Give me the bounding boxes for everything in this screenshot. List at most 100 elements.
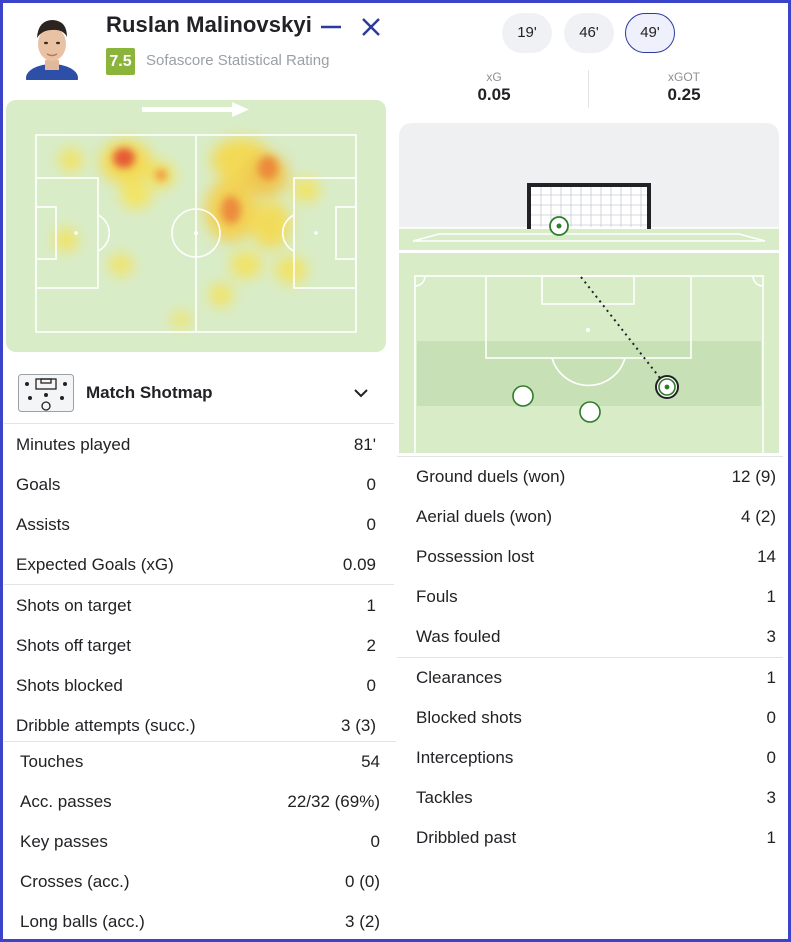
stat-label: Clearances — [416, 668, 502, 687]
stat-value: 0 (0) — [345, 872, 380, 891]
stat-value: 54 — [361, 752, 380, 771]
stat-row-shots-blocked: Shots blocked 0 — [0, 665, 394, 705]
stat-row-goals: Goals 0 — [0, 464, 394, 504]
stat-label: Was fouled — [416, 627, 501, 646]
rating-label: Sofascore Statistical Rating — [146, 52, 330, 69]
stats-group-general: Minutes played 81' Goals 0 Assists 0 Expect… — [0, 424, 394, 584]
stats-group-passing: Touches 54 Acc. passes 22/32 (69%) Key pas… — [0, 742, 398, 942]
stat-value: 3 (3) — [341, 716, 376, 735]
shot-minute-tab-49[interactable]: 49' — [625, 13, 675, 53]
stats-group-attack: Shots on target 1 Shots off target 2 Shots… — [0, 585, 394, 745]
stat-row-interceptions: Interceptions 0 — [397, 738, 787, 778]
shot-minute-tab-19[interactable]: 19' — [502, 13, 552, 53]
stat-label: Fouls — [416, 587, 458, 606]
xg-label: xG — [486, 70, 502, 84]
stat-row-clearances: Clearances 1 — [397, 658, 787, 698]
goal-frame — [527, 183, 651, 229]
stat-row-minutes: Minutes played 81' — [0, 424, 394, 464]
rating-badge: 7.5 — [106, 48, 135, 75]
stats-group-defence: Clearances 1 Blocked shots 0 Interceptions… — [397, 658, 787, 858]
stat-label: Minutes played — [16, 435, 131, 454]
xg-stat: xG 0.05 — [434, 70, 554, 105]
player-name: Ruslan Malinovskyi — [106, 12, 312, 37]
stat-label: Touches — [20, 752, 84, 771]
xgot-value: 0.25 — [667, 85, 701, 104]
stat-value: 0 — [766, 708, 776, 727]
shot-minute-tab-46[interactable]: 46' — [564, 13, 614, 53]
minimize-icon[interactable] — [318, 14, 344, 40]
stat-value: 1 — [766, 587, 776, 606]
stat-label: Interceptions — [416, 748, 514, 767]
stat-row-was-fouled: Was fouled 3 — [397, 617, 787, 657]
stat-row-key-passes: Key passes 0 — [0, 822, 398, 862]
stat-value: 3 — [766, 627, 776, 646]
stat-row-crosses: Crosses (acc.) 0 (0) — [0, 862, 398, 902]
shotmap-pitch — [399, 123, 779, 453]
stat-value: 1 — [766, 668, 776, 687]
stat-row-shots-on-target: Shots on target 1 — [0, 585, 394, 625]
goalmouth-shot-marker — [549, 216, 569, 236]
shot-marker-selected[interactable] — [655, 375, 679, 399]
stat-value: 2 — [366, 636, 376, 655]
stat-label: Ground duels (won) — [416, 467, 566, 486]
stat-label: Goals — [16, 475, 61, 494]
stat-row-ground-duels: Ground duels (won) 12 (9) — [397, 457, 787, 497]
shot-marker[interactable] — [579, 401, 601, 423]
stat-row-tackles: Tackles 3 — [397, 778, 787, 818]
stat-value: 1 — [366, 596, 376, 615]
stat-label: Key passes — [20, 832, 108, 851]
stat-label: Shots off target — [16, 636, 131, 655]
stat-label: Dribbled past — [416, 828, 517, 847]
divider — [588, 70, 589, 108]
stat-label: Shots blocked — [16, 676, 123, 695]
stat-row-dribbles: Dribble attempts (succ.) 3 (3) — [0, 705, 394, 745]
stat-row-touches: Touches 54 — [0, 742, 398, 782]
stat-label: Possession lost — [416, 547, 535, 566]
xgot-label: xGOT — [668, 70, 700, 84]
shotmap-title: Match Shotmap — [86, 383, 213, 402]
stats-group-duels: Ground duels (won) 12 (9) Aerial duels (w… — [397, 457, 787, 657]
stat-value: 12 (9) — [731, 467, 776, 486]
stat-label: Crosses (acc.) — [20, 872, 130, 891]
stat-row-acc-passes: Acc. passes 22/32 (69%) — [0, 782, 398, 822]
stat-row-long-balls: Long balls (acc.) 3 (2) — [0, 902, 398, 942]
shot-marker[interactable] — [512, 385, 534, 407]
stat-label: Expected Goals (xG) — [16, 555, 174, 574]
pitch-icon — [18, 374, 74, 412]
stat-label: Dribble attempts (succ.) — [16, 716, 196, 735]
stat-value: 0 — [366, 475, 376, 494]
stat-label: Acc. passes — [20, 792, 112, 811]
stat-value: 3 — [766, 788, 776, 807]
stat-value: 81' — [353, 435, 376, 454]
stat-value: 3 (2) — [345, 912, 380, 931]
stat-label: Aerial duels (won) — [416, 507, 553, 526]
shotmap-toggle[interactable]: Match Shotmap — [4, 364, 392, 422]
stat-value: 0 — [370, 832, 380, 851]
player-avatar — [26, 20, 78, 80]
stat-value: 22/32 (69%) — [287, 792, 380, 811]
stat-label: Tackles — [416, 788, 473, 807]
stat-row-xg: Expected Goals (xG) 0.09 — [0, 544, 394, 584]
stat-value: 0.09 — [342, 555, 376, 574]
stat-value: 14 — [757, 547, 776, 566]
stat-label: Assists — [16, 515, 70, 534]
xg-value: 0.05 — [477, 85, 511, 104]
stat-label: Long balls (acc.) — [20, 912, 145, 931]
stat-row-possession-lost: Possession lost 14 — [397, 537, 787, 577]
stat-value: 0 — [366, 676, 376, 695]
heatmap — [6, 100, 386, 352]
close-icon[interactable] — [358, 14, 384, 40]
stat-label: Blocked shots — [416, 708, 522, 727]
stat-value: 0 — [766, 748, 776, 767]
stat-value: 0 — [366, 515, 376, 534]
stat-value: 1 — [766, 828, 776, 847]
stat-row-assists: Assists 0 — [0, 504, 394, 544]
stat-row-fouls: Fouls 1 — [397, 577, 787, 617]
stat-row-blocked-shots: Blocked shots 0 — [397, 698, 787, 738]
stat-row-shots-off-target: Shots off target 2 — [0, 625, 394, 665]
stat-value: 4 (2) — [741, 507, 776, 526]
stat-label: Shots on target — [16, 596, 132, 615]
stat-row-aerial-duels: Aerial duels (won) 4 (2) — [397, 497, 787, 537]
stat-row-dribbled-past: Dribbled past 1 — [397, 818, 787, 858]
chevron-down-icon[interactable] — [352, 384, 370, 402]
